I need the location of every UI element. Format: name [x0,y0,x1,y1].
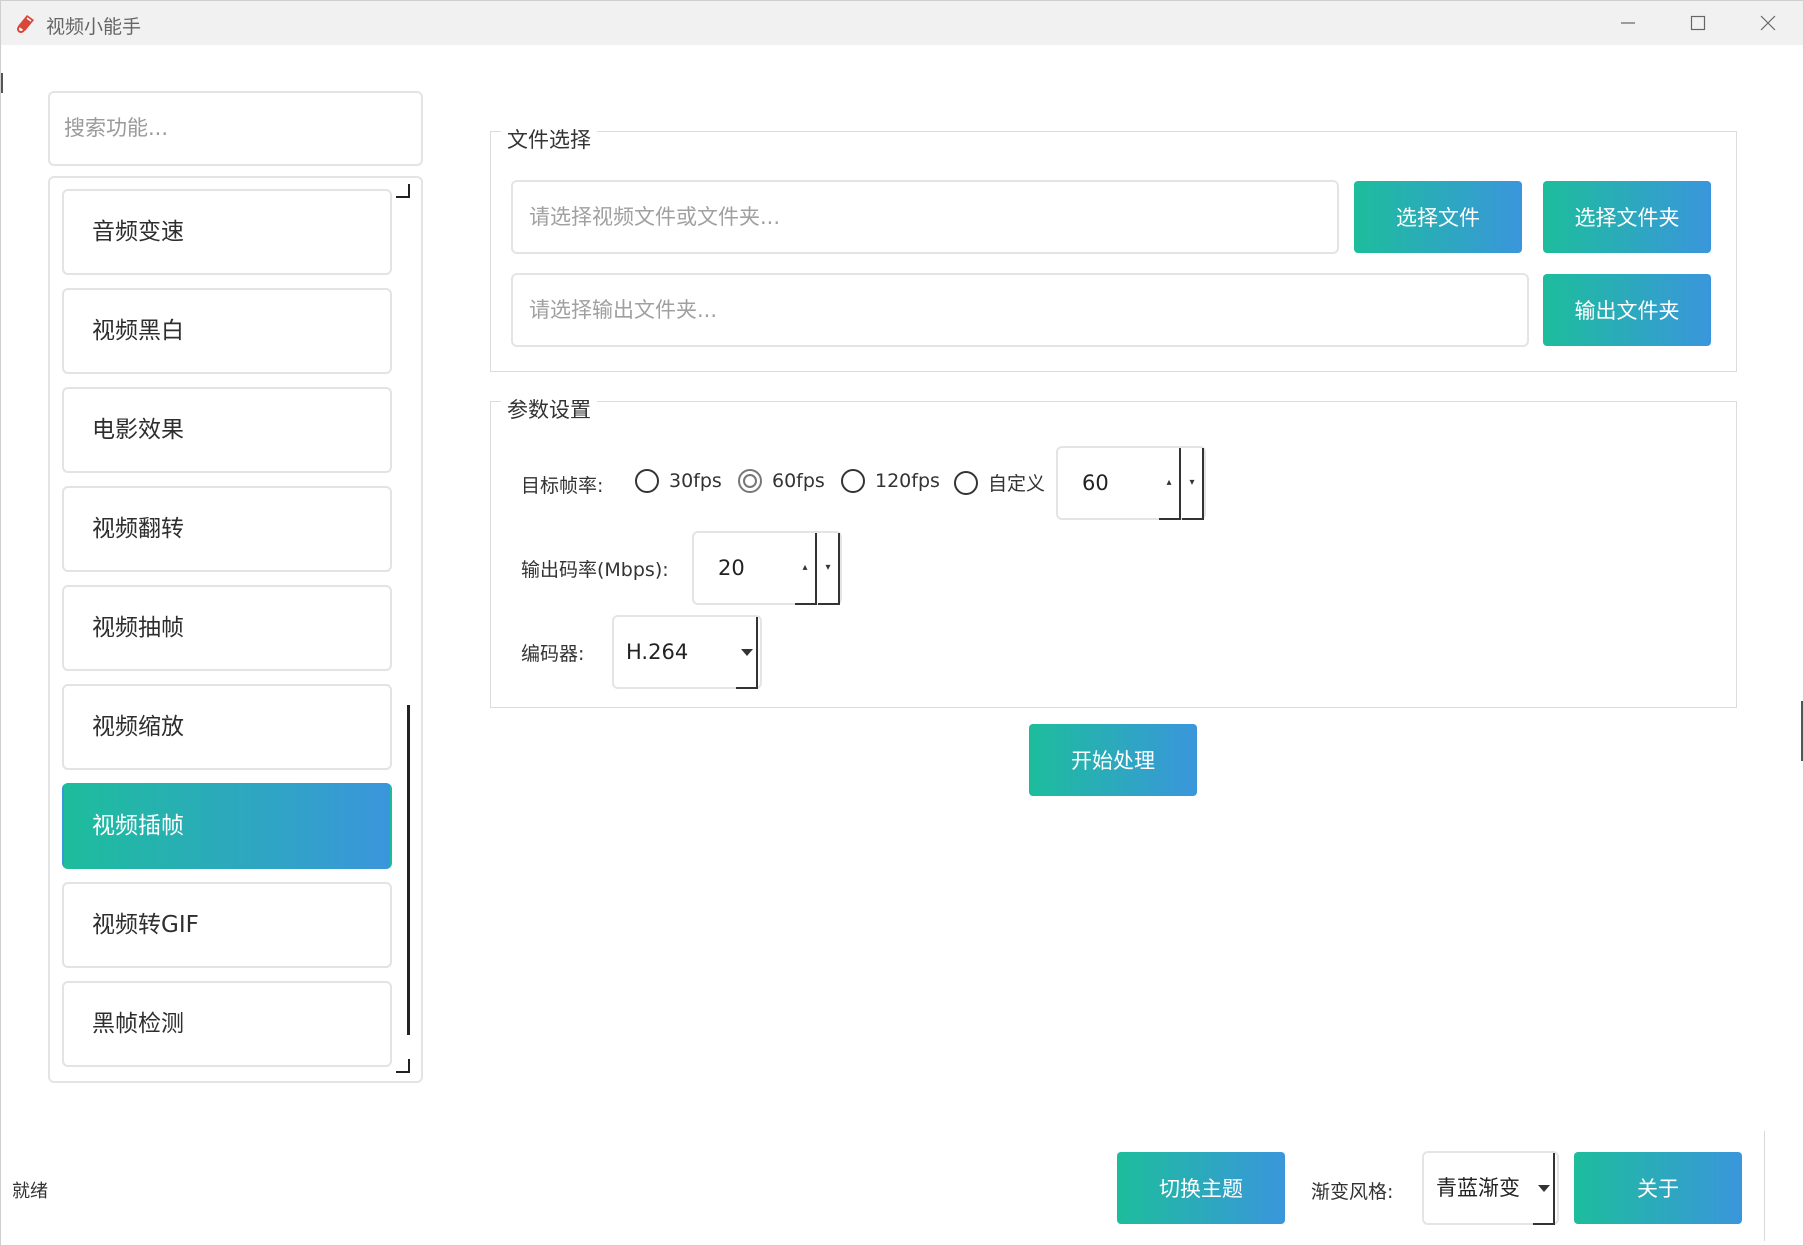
video-file-input[interactable]: 请选择视频文件或文件夹... [511,180,1339,254]
radio-120fps-label: 120fps [875,470,940,492]
file-group-title: 文件选择 [501,124,597,154]
list-item-black-frame-detect[interactable]: 黑帧检测 [62,981,392,1067]
spin-down-icon[interactable]: ▾ [1182,448,1204,520]
dropdown-arrow-icon [1533,1153,1555,1225]
list-item-video-bw[interactable]: 视频黑白 [62,288,392,374]
output-folder-input[interactable]: 请选择输出文件夹... [511,273,1529,347]
output-folder-button[interactable]: 输出文件夹 [1543,274,1711,346]
radio-unchecked-icon [635,469,659,493]
close-icon [1760,15,1776,31]
maximize-icon [1690,15,1706,31]
radio-checked-icon [738,469,762,493]
about-button[interactable]: 关于 [1574,1152,1742,1224]
list-item-audio-speed[interactable]: 音频变速 [62,189,392,275]
radio-60fps[interactable]: 60fps [738,469,825,493]
footer-separator [1764,1131,1765,1241]
bitrate-spinbox[interactable]: 20 ▴ ▾ [692,531,842,605]
radio-custom[interactable]: 自定义 [954,469,1045,496]
list-item-video-scale[interactable]: 视频缩放 [62,684,392,770]
scroll-down-arrow[interactable] [396,1059,410,1073]
spin-up-icon[interactable]: ▴ [795,533,817,605]
minimize-button[interactable] [1593,1,1663,45]
close-button[interactable] [1733,1,1803,45]
list-item-frame-interpolation[interactable]: 视频插帧 [62,783,392,869]
spin-up-icon[interactable]: ▴ [1159,448,1181,520]
encoder-value: H.264 [626,640,689,664]
app-logo-icon [17,15,34,33]
switch-theme-button[interactable]: 切换主题 [1117,1152,1285,1224]
bitrate-value: 20 [718,556,745,580]
gradient-style-select[interactable]: 青蓝渐变 [1422,1151,1559,1225]
encoder-select[interactable]: H.264 [612,615,762,689]
gradient-style-label: 渐变风格: [1311,1181,1394,1203]
list-item-video-to-gif[interactable]: 视频转GIF [62,882,392,968]
list-item-movie-effect[interactable]: 电影效果 [62,387,392,473]
list-item-frame-extract[interactable]: 视频抽帧 [62,585,392,671]
radio-60fps-label: 60fps [772,470,825,492]
select-folder-button[interactable]: 选择文件夹 [1543,181,1711,253]
start-process-button[interactable]: 开始处理 [1029,724,1197,796]
status-text: 就绪 [12,1181,48,1202]
list-item-video-flip[interactable]: 视频翻转 [62,486,392,572]
scroll-up-arrow[interactable] [396,184,410,198]
param-group-title: 参数设置 [501,394,597,424]
select-file-button[interactable]: 选择文件 [1354,181,1522,253]
encoder-label: 编码器: [521,643,585,665]
bitrate-label: 输出码率(Mbps): [521,559,669,581]
spin-down-icon[interactable]: ▾ [818,533,840,605]
radio-custom-label: 自定义 [988,473,1046,495]
radio-30fps-label: 30fps [669,470,722,492]
parameter-group: 参数设置 目标帧率: 30fps 60fps 120fps 自定义 60 ▴ ▾… [490,394,1737,708]
radio-unchecked-icon [954,470,978,495]
edge-mark [1,73,3,93]
dropdown-arrow-icon [736,617,758,689]
app-window: 视频小能手 搜索功能... 音频变速 视频黑白 电影效果 视频翻转 视频抽帧 视… [0,0,1804,1246]
radio-unchecked-icon [841,469,865,493]
minimize-icon [1621,22,1635,24]
search-input[interactable]: 搜索功能... [48,91,423,166]
edge-mark [1801,701,1803,761]
custom-fps-value: 60 [1082,471,1109,495]
title-bar: 视频小能手 [1,1,1803,45]
function-list: 音频变速 视频黑白 电影效果 视频翻转 视频抽帧 视频缩放 视频插帧 视频转GI… [48,176,423,1083]
file-selection-group: 文件选择 请选择视频文件或文件夹... 选择文件 选择文件夹 请选择输出文件夹.… [490,124,1737,372]
radio-30fps[interactable]: 30fps [635,469,722,493]
gradient-style-value: 青蓝渐变 [1436,1176,1520,1200]
window-title: 视频小能手 [46,16,142,38]
scrollbar-handle[interactable] [407,705,410,1035]
maximize-button[interactable] [1663,1,1733,45]
radio-120fps[interactable]: 120fps [841,469,940,493]
custom-fps-spinbox[interactable]: 60 ▴ ▾ [1056,446,1206,520]
fps-label: 目标帧率: [521,475,604,497]
